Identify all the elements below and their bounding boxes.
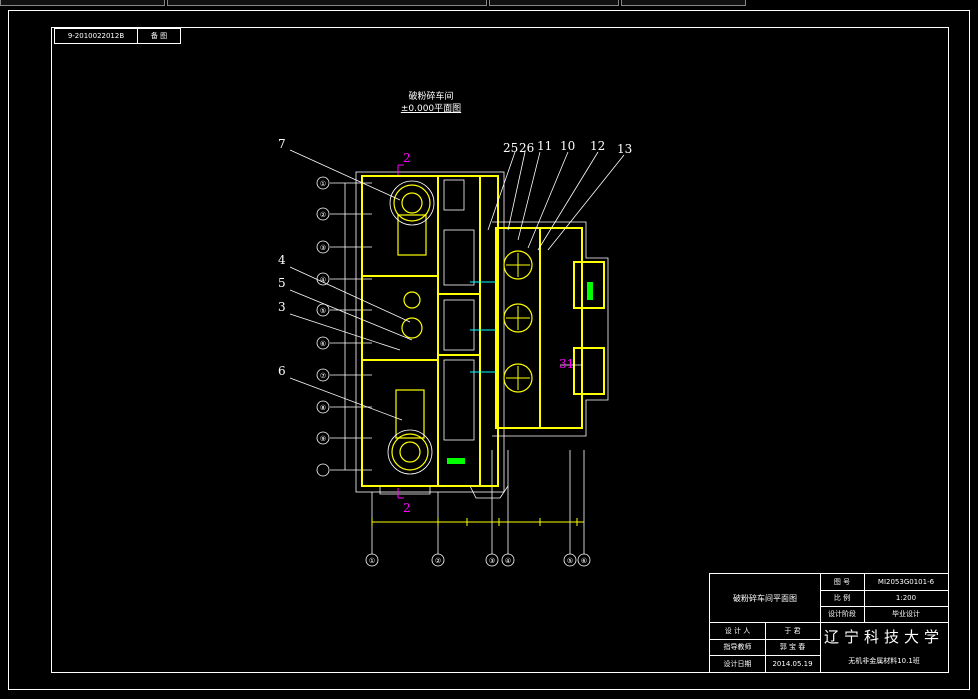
left-axis-lines (330, 182, 372, 471)
axis-label: ② (435, 557, 441, 565)
designer-label: 设 计 人 (724, 626, 751, 635)
designer-name: 于 君 (784, 626, 801, 635)
section-label-top: 2 (403, 151, 411, 165)
axis-label: ③ (489, 557, 495, 565)
axis-label: ⑤ (320, 307, 326, 315)
scale-value: 1:200 (895, 594, 917, 602)
building-walls-left (361, 175, 499, 487)
axis-label: ② (320, 211, 326, 219)
stage-value: 毕业设计 (892, 610, 920, 618)
callout-13: 13 (617, 142, 632, 156)
date-label: 设计日期 (723, 659, 752, 668)
axis-label: ① (320, 180, 326, 188)
callout-5: 5 (278, 276, 286, 290)
equipment-hatch (506, 253, 530, 390)
dimension-line (371, 518, 584, 526)
callout-4: 4 (278, 253, 286, 267)
callout-7: 7 (278, 137, 286, 151)
section-label-bottom: 2 (403, 501, 411, 515)
design-date: 2014.05.19 (772, 659, 813, 668)
callout-25: 25 (503, 141, 518, 155)
section-labels: 2 2 31 (403, 151, 574, 515)
university-name: 辽宁科技大学 (823, 627, 944, 646)
title-block-drawing-name: 破粉碎车间平面图 (733, 593, 797, 603)
axis-label: ⑧ (320, 404, 326, 412)
callout-12: 12 (590, 139, 605, 153)
callout-3: 3 (278, 300, 286, 314)
axis-label: ① (369, 557, 375, 565)
axis-label: ⑥ (581, 557, 587, 565)
advisor-label: 指导教师 (723, 643, 752, 651)
axis-label: ③ (320, 244, 326, 252)
axis-label: ⑤ (567, 557, 573, 565)
scale-label: 比 例 (833, 594, 851, 602)
callout-6: 6 (278, 364, 286, 378)
axis-label: ④ (505, 557, 511, 565)
title-block: 破粉碎车间平面图 图 号 MI2053G0101-6 比 例 1:200 设计阶… (709, 573, 949, 673)
axis-label: ⑥ (320, 340, 326, 348)
class-name: 无机非金属材料10.1班 (848, 657, 920, 665)
callout-31: 31 (559, 357, 574, 371)
callout-10: 10 (560, 139, 575, 153)
equipment-outline (387, 179, 475, 475)
axis-label: ⑨ (320, 435, 326, 443)
bottom-axis-bubbles (365, 553, 591, 567)
stage-label: 设计阶段 (828, 610, 856, 618)
green-markers (447, 282, 593, 464)
callout-labels: 7 4 5 3 6 25 26 11 10 12 13 (278, 137, 632, 378)
axis-label: ④ (320, 276, 326, 284)
callout-11: 11 (537, 139, 552, 153)
drawing-number-label: 图 号 (833, 578, 851, 586)
drawing-number: MI2053G0101-6 (877, 578, 935, 586)
advisor-name: 郭 宝 春 (779, 643, 806, 651)
bottom-axis-labels: ① ② ③ ④ ⑤ ⑥ (369, 557, 587, 565)
callout-26: 26 (519, 141, 534, 155)
axis-label: ⑦ (320, 372, 326, 380)
